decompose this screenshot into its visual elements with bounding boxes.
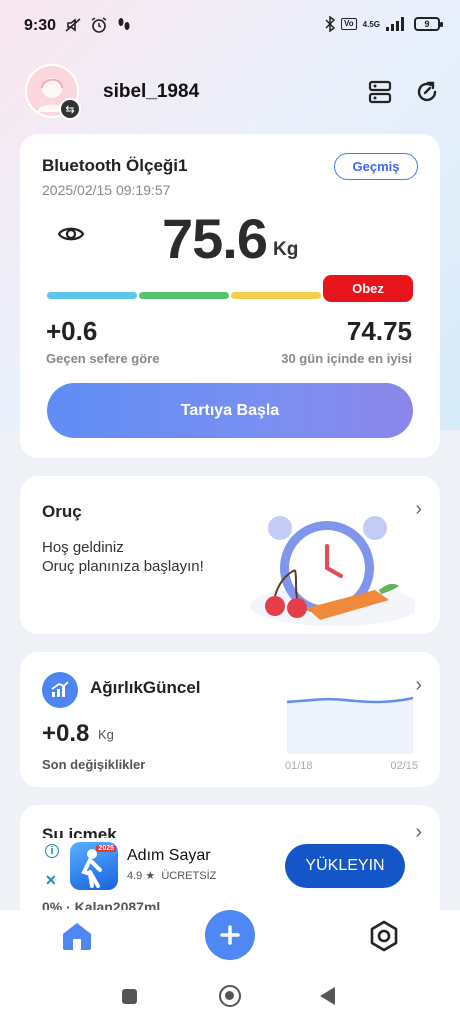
fasting-card[interactable]: Oruç Hoş geldiniz Oruç planınıza başlayı… — [20, 476, 440, 634]
chevron-right-icon[interactable]: › — [415, 498, 422, 521]
chevron-right-icon[interactable]: › — [415, 674, 422, 697]
chart-date-end: 02/15 — [390, 760, 418, 772]
scale-card: Bluetooth Ölçeği1 2025/02/15 09:19:57 Ge… — [20, 134, 440, 458]
trend-up-icon — [42, 672, 78, 708]
bluetooth-icon — [325, 16, 336, 32]
bmi-bar-normal — [139, 292, 229, 299]
weight-change-label: Son değişiklikler — [42, 757, 146, 772]
fasting-welcome: Hoş geldiniz — [42, 539, 124, 556]
avatar[interactable]: ⇆ — [25, 64, 81, 120]
footsteps-icon — [118, 18, 130, 30]
bmi-bar-underweight — [47, 292, 137, 299]
best-label: 30 gün içinde en iyisi — [281, 351, 412, 366]
weight-unit: Kg — [273, 239, 299, 260]
bmi-status-badge: Obez — [323, 275, 413, 302]
weight-update-card[interactable]: AğırlıkGüncel › +0.8 Kg Son değişiklikle… — [20, 652, 440, 787]
settings-hex-icon[interactable] — [367, 919, 401, 953]
best-value: 74.75 — [346, 316, 412, 346]
switch-user-icon[interactable]: ⇆ — [59, 98, 81, 120]
ad-rating: 4.9 ★ ÜCRETSİZ — [127, 870, 217, 882]
weight-change-value: +0.8 — [42, 720, 90, 747]
change-value: +0.6 — [46, 316, 98, 346]
home-icon[interactable] — [60, 920, 94, 952]
status-system-icons: Vo 4.5G 9 — [325, 16, 443, 32]
system-nav-bar — [0, 970, 460, 1024]
ad-info-icon[interactable]: i — [45, 844, 59, 858]
battery-icon: 9 — [414, 17, 443, 31]
device-name: Bluetooth Ölçeği1 — [42, 156, 188, 175]
status-bar: 9:30 Vo 4.5G 9 — [0, 0, 460, 52]
add-button[interactable] — [205, 910, 255, 960]
ad-close-icon[interactable]: ✕ — [45, 872, 57, 889]
ad-app-name[interactable]: Adım Sayar — [127, 847, 211, 865]
network-type: 4.5G — [362, 19, 380, 29]
fasting-prompt: Oruç planınıza başlayın! — [42, 558, 204, 575]
eye-icon[interactable] — [57, 224, 85, 244]
weight-value: 75.6 — [162, 207, 268, 270]
weight-update-title: AğırlıkGüncel — [90, 678, 201, 697]
sync-icon[interactable] — [413, 78, 441, 106]
mute-icon — [65, 18, 81, 32]
devices-icon[interactable] — [366, 78, 394, 106]
chart-date-start: 01/18 — [285, 760, 313, 772]
start-weighing-button[interactable]: Tartıya Başla — [47, 383, 413, 438]
weight-trend-chart — [286, 696, 414, 754]
signal-icon — [386, 17, 404, 31]
back-icon[interactable] — [320, 987, 335, 1005]
username: sibel_1984 — [103, 81, 200, 102]
app-icon[interactable]: 2025 — [70, 842, 118, 890]
bmi-bar-overweight — [231, 292, 321, 299]
status-notification-icons — [64, 16, 132, 34]
ad-banner[interactable]: i ✕ 2025 Adım Sayar 4.9 ★ ÜCRETSİZ YÜKLE… — [40, 838, 420, 896]
volte-icon: Vo — [341, 18, 357, 30]
measurement-timestamp: 2025/02/15 09:19:57 — [42, 182, 171, 198]
plus-icon — [220, 925, 240, 945]
fasting-title: Oruç — [42, 502, 82, 521]
change-label: Geçen sefere göre — [46, 351, 160, 366]
alarm-icon — [91, 17, 107, 33]
home-nav-icon[interactable] — [219, 985, 241, 1007]
fasting-clock-illustration — [250, 516, 415, 626]
weight-change-unit: Kg — [98, 727, 114, 742]
recents-icon[interactable] — [122, 989, 137, 1004]
app-badge: 2025 — [96, 845, 116, 852]
status-time: 9:30 — [24, 17, 57, 34]
history-button[interactable]: Geçmiş — [334, 153, 418, 180]
bottom-nav — [0, 910, 460, 970]
install-button[interactable]: YÜKLEYIN — [285, 844, 405, 888]
